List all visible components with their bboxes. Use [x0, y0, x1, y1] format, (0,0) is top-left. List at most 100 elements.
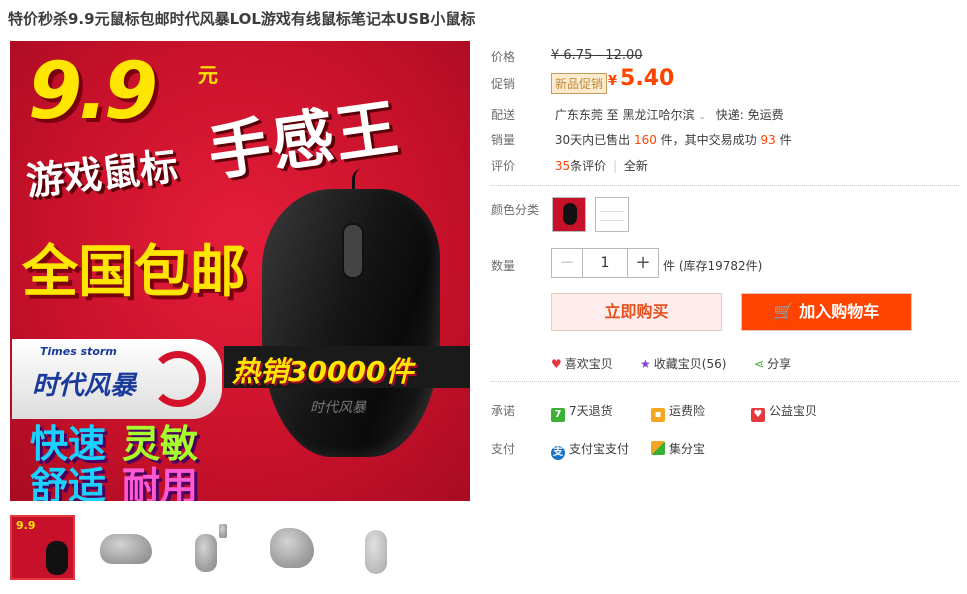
- like-item-link[interactable]: ♥ 喜欢宝贝: [551, 355, 613, 372]
- reviews-divider: |: [612, 159, 617, 173]
- thumbnail-mouse-white-graphic: [365, 530, 387, 574]
- promise-charity-label: 公益宝贝: [769, 404, 818, 418]
- chevron-down-icon: ⌄: [698, 112, 706, 122]
- thumbnail-3[interactable]: [176, 515, 241, 580]
- quantity-row: 数量: [491, 257, 551, 274]
- reviews-link[interactable]: 35条评价: [555, 159, 606, 173]
- mouse-wheel-graphic: [342, 223, 364, 279]
- delivery-label: 配送: [491, 108, 516, 122]
- star-icon: ★: [640, 357, 651, 371]
- promise-7day[interactable]: 7 7天退货: [551, 402, 613, 422]
- promise-charity[interactable]: ♥ 公益宝贝: [751, 402, 817, 422]
- mouse-graphic: 时代风暴: [262, 189, 440, 457]
- charity-heart-icon: ♥: [751, 408, 765, 422]
- promise-insurance-label: 运费险: [669, 404, 706, 418]
- quantity-minus-button[interactable]: −: [552, 249, 582, 277]
- product-title: 特价秒杀9.9元鼠标包邮时代风暴LOL游戏有线鼠标笔记本USB小鼠标: [8, 10, 476, 28]
- add-to-cart-button[interactable]: 🛒 加入购物车: [741, 293, 912, 331]
- thumbnail-5[interactable]: [342, 515, 407, 580]
- promo-price: ¥5.40: [608, 66, 674, 91]
- jifenbao-icon: [651, 441, 665, 455]
- payment-jifenbao-label: 集分宝: [669, 442, 706, 456]
- sales-prefix: 30天内已售出: [554, 133, 631, 147]
- promise-7day-label: 7天退货: [569, 404, 613, 418]
- reviews-count: 35: [554, 159, 571, 173]
- main-product-image[interactable]: 9.9 元 手感王 游戏鼠标 全国包邮 时代风暴 Times storm 时代风…: [10, 41, 470, 501]
- thumbnail-strip: 9.9: [10, 515, 407, 580]
- thumbnail-price-text: 9.9: [16, 519, 36, 532]
- color-swatch-white[interactable]: [595, 197, 629, 232]
- promise-label: 承诺: [491, 404, 516, 418]
- thumbnail-mouse-angle-graphic: [270, 528, 314, 568]
- thumbnail-mouse-top-graphic: [195, 534, 217, 572]
- color-swatch-red[interactable]: [552, 197, 586, 232]
- quantity-label: 数量: [491, 259, 516, 273]
- cart-icon: 🛒: [773, 302, 794, 321]
- reviews-tag: 全新: [623, 159, 648, 173]
- feature-durable: 耐用: [122, 464, 199, 501]
- swatch-label-graphic: [600, 211, 624, 221]
- thumbnail-1[interactable]: 9.9: [10, 515, 75, 580]
- promo-label: 促销: [491, 77, 516, 91]
- divider-line: [491, 381, 959, 382]
- color-label: 颜色分类: [491, 203, 540, 217]
- sales-middle: 件，其中交易成功: [660, 133, 757, 147]
- thumbnail-2[interactable]: [93, 515, 158, 580]
- promise-row: 承诺: [491, 402, 551, 419]
- share-link[interactable]: ⋖ 分享: [754, 355, 791, 372]
- favorite-label: 收藏宝贝(56): [653, 357, 727, 371]
- image-free-shipping-text: 全国包邮: [22, 240, 246, 305]
- feature-comfortable: 舒适: [30, 464, 107, 501]
- color-row: 颜色分类: [491, 201, 551, 218]
- quantity-plus-button[interactable]: +: [628, 249, 658, 277]
- payment-jifenbao[interactable]: 集分宝: [651, 440, 705, 457]
- delivery-to-word: 至: [606, 108, 619, 122]
- payment-alipay[interactable]: 支支付宝支付: [551, 440, 629, 460]
- promo-price-value: 5.40: [620, 66, 675, 91]
- favorite-item-link[interactable]: ★ 收藏宝贝(56): [640, 355, 726, 372]
- divider-line: [491, 185, 959, 186]
- heart-icon: ♥: [551, 357, 562, 371]
- stock-text: 件 (库存19782件): [663, 259, 763, 273]
- sales-suffix: 件: [779, 133, 792, 147]
- payment-alipay-label: 支付宝支付: [569, 442, 630, 456]
- payment-row: 支付: [491, 440, 551, 457]
- sales-row: 销量 30天内已售出 160 件，其中交易成功 93 件: [491, 131, 792, 148]
- brand-chinese-name: 时代风暴: [32, 371, 137, 401]
- image-price-text: 9.9: [28, 47, 158, 137]
- thumbnail-usb-graphic: [219, 524, 227, 538]
- price-label: 价格: [491, 50, 516, 64]
- promo-tag: 新品促销: [551, 73, 608, 94]
- delivery-express: 快递: 免运费: [715, 108, 784, 122]
- brand-english-name: Times storm: [40, 345, 117, 358]
- promise-shipping-insurance[interactable]: ▪ 运费险: [651, 402, 705, 422]
- brand-logo-panel: Times storm 时代风暴: [12, 339, 222, 419]
- reviews-count-suffix: 条评价: [570, 159, 607, 173]
- share-label: 分享: [767, 357, 792, 371]
- seven-day-return-icon: 7: [551, 408, 565, 422]
- add-to-cart-label: 加入购物车: [799, 302, 880, 321]
- price-row: 价格: [491, 48, 551, 65]
- sales-sold-count: 160: [633, 133, 657, 147]
- mouse-brand-text: 时代风暴: [310, 400, 366, 416]
- thumbnail-4[interactable]: [259, 515, 324, 580]
- payment-label: 支付: [491, 442, 516, 456]
- quantity-stepper: − +: [551, 248, 659, 278]
- swatch-mouse-graphic: [563, 203, 577, 225]
- promo-yen-sign: ¥: [608, 74, 618, 89]
- brand-swirl-icon: [150, 351, 206, 407]
- sales-label: 销量: [491, 133, 516, 147]
- delivery-destination-select[interactable]: 黑龙江哈尔滨 ⌄: [623, 108, 706, 122]
- original-price: ¥ 6.75 - 12.00: [551, 48, 643, 63]
- share-icon: ⋖: [754, 357, 765, 371]
- reviews-row: 评价 35条评价 | 全新: [491, 157, 648, 174]
- shipping-insurance-icon: ▪: [651, 408, 665, 422]
- hot-sale-text: 热销30000件: [232, 355, 414, 388]
- like-label: 喜欢宝贝: [564, 357, 613, 371]
- image-headline: 手感王: [203, 90, 404, 190]
- promo-row: 促销: [491, 75, 551, 92]
- delivery-row: 配送 广东东莞 至 黑龙江哈尔滨 ⌄ 快递: 免运费: [491, 106, 784, 123]
- sales-success-count: 93: [760, 133, 776, 147]
- quantity-input[interactable]: [582, 249, 628, 277]
- buy-now-button[interactable]: 立即购买: [551, 293, 722, 331]
